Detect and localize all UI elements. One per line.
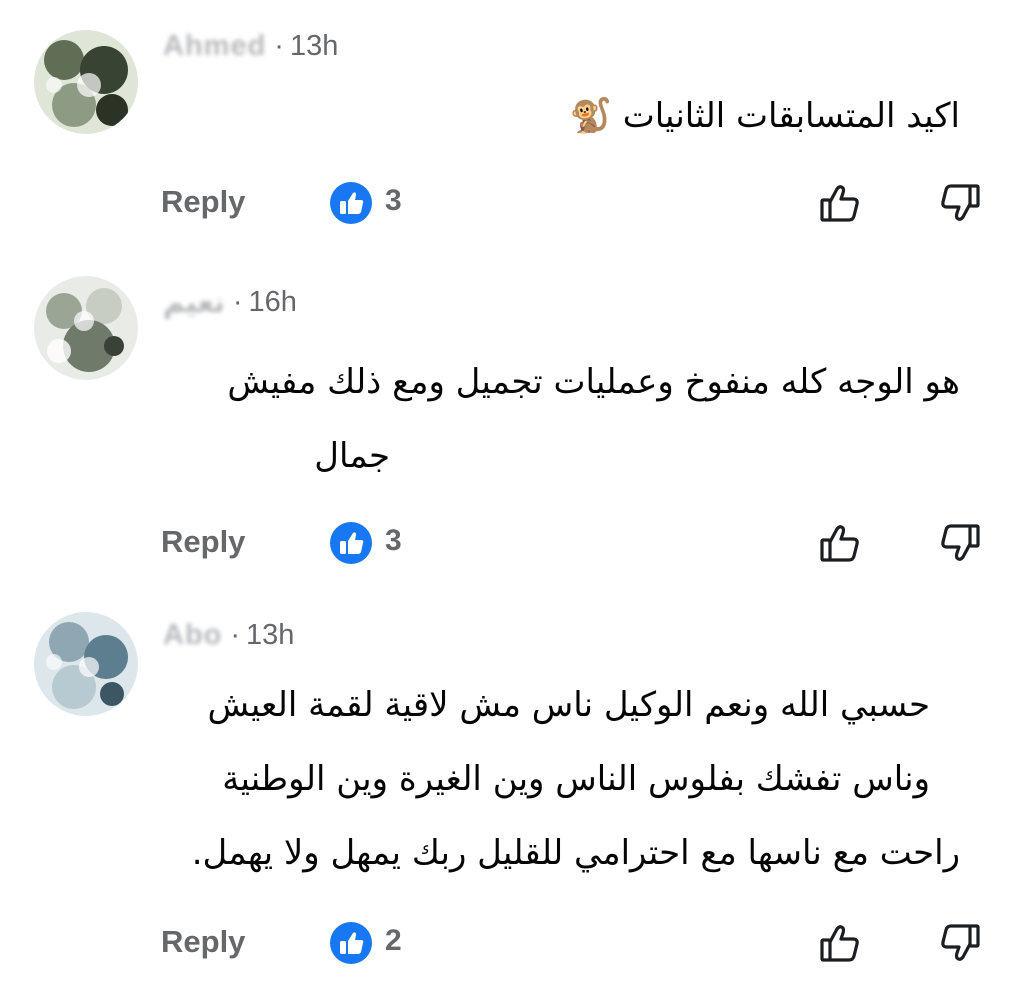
like-badge-icon xyxy=(330,182,372,224)
comment-body: حسبي الله ونعم الوكيل ناس مش لاقية لقمة … xyxy=(150,668,960,890)
comment-body: هو الوجه كله منفوخ وعمليات تجميل ومع ذلك… xyxy=(150,345,960,493)
comment-line: وناس تفشك بفلوس الناس وين الغيرة وين الو… xyxy=(222,759,930,799)
like-badge-icon xyxy=(330,522,372,564)
reply-button[interactable]: Reply xyxy=(161,924,245,960)
avatar[interactable] xyxy=(34,30,138,134)
reply-button[interactable]: Reply xyxy=(161,524,245,560)
thumbs-up-icon[interactable] xyxy=(815,178,865,228)
comment-line: حسبي الله ونعم الوكيل ناس مش لاقية لقمة … xyxy=(207,685,930,725)
comment-actions: Reply 3 xyxy=(0,178,1024,228)
comment-meta: Ahmed · 13h xyxy=(163,28,338,64)
comment-time[interactable]: 16h xyxy=(249,286,297,319)
like-count: 3 xyxy=(385,524,402,557)
comment-time[interactable]: 13h xyxy=(290,30,338,63)
meta-separator: · xyxy=(274,29,284,62)
like-count: 2 xyxy=(385,924,402,957)
comment-meta: نعيم · 16h xyxy=(163,284,297,320)
avatar[interactable] xyxy=(34,276,138,380)
thumbs-up-icon[interactable] xyxy=(815,518,865,568)
like-count: 3 xyxy=(385,184,402,217)
like-badge-icon xyxy=(330,922,372,964)
comment-actions: Reply 2 xyxy=(0,918,1024,968)
comment-actions: Reply 3 xyxy=(0,518,1024,568)
thumbs-down-icon[interactable] xyxy=(935,178,985,228)
comment-body: اكيد المتسابقات الثانيات 🐒 xyxy=(150,79,960,153)
comment-meta: Abo · 13h xyxy=(163,617,294,653)
comment-line: هو الوجه كله منفوخ وعمليات تجميل ومع ذلك… xyxy=(227,362,960,402)
comment-line: راحت مع ناسها مع احترامي للقليل ربك يمهل… xyxy=(191,833,960,873)
comment-author[interactable]: Ahmed xyxy=(163,30,266,63)
comment-time[interactable]: 13h xyxy=(246,619,294,652)
avatar-image xyxy=(34,612,138,716)
thumbs-down-icon[interactable] xyxy=(935,518,985,568)
thumbs-down-icon[interactable] xyxy=(935,918,985,968)
comment-line: جمال xyxy=(314,436,390,476)
comment-author[interactable]: Abo xyxy=(163,619,222,652)
meta-separator: · xyxy=(232,285,243,318)
avatar-image xyxy=(34,30,138,134)
comment-author[interactable]: نعيم xyxy=(163,285,225,320)
avatar[interactable] xyxy=(34,612,138,716)
avatar-image xyxy=(34,276,138,380)
reply-button[interactable]: Reply xyxy=(161,184,245,220)
meta-separator: · xyxy=(230,618,241,651)
thumbs-up-icon[interactable] xyxy=(815,918,865,968)
comment-line: اكيد المتسابقات الثانيات 🐒 xyxy=(569,96,960,136)
